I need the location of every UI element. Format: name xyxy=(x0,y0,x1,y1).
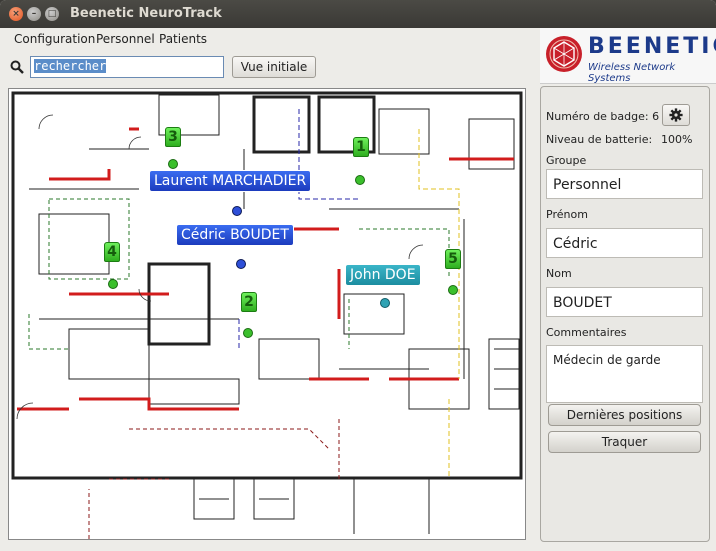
person-marker-laurent[interactable] xyxy=(232,206,242,216)
menu-configuration[interactable]: Configuration xyxy=(14,32,95,46)
floor-plan-drawing xyxy=(11,91,523,539)
zone-badge-5[interactable]: 5 xyxy=(445,249,461,269)
maximize-window-button[interactable]: □ xyxy=(45,7,59,21)
company-logo: BEENETIC Wireless Network Systems xyxy=(540,28,716,84)
zone-badge-1[interactable]: 1 xyxy=(353,137,369,157)
logo-name: BEENETIC xyxy=(588,34,716,59)
group-label: Groupe xyxy=(546,154,587,167)
close-window-button[interactable]: × xyxy=(9,7,23,21)
person-marker-john[interactable] xyxy=(380,298,390,308)
last-positions-button[interactable]: Dernières positions xyxy=(548,404,701,426)
comments-field[interactable]: Médecin de garde xyxy=(546,345,703,403)
battery-value: 100% xyxy=(661,133,693,146)
menu-patients[interactable]: Patients xyxy=(159,32,207,46)
menu-personnel[interactable]: Personnel xyxy=(96,32,155,46)
menu-bar: Configuration Personnel Patients xyxy=(0,28,540,50)
track-button[interactable]: Traquer xyxy=(548,431,701,453)
search-bar: rechercher Vue initiale xyxy=(0,50,540,86)
person-label-cedric[interactable]: Cédric BOUDET xyxy=(176,224,294,246)
zone-badge-2[interactable]: 2 xyxy=(241,292,257,312)
badge-settings-button[interactable] xyxy=(662,104,690,126)
battery-label: Niveau de batterie: xyxy=(546,133,653,146)
logo-emblem-icon xyxy=(546,36,582,72)
search-icon xyxy=(10,60,24,74)
initial-view-button[interactable]: Vue initiale xyxy=(232,56,316,78)
search-input-value: rechercher xyxy=(34,59,107,73)
comments-label: Commentaires xyxy=(546,326,627,339)
lastname-field[interactable]: BOUDET xyxy=(546,287,703,317)
person-marker-cedric[interactable] xyxy=(236,259,246,269)
search-input[interactable]: rechercher xyxy=(30,56,224,78)
zone-badge-3[interactable]: 3 xyxy=(165,127,181,147)
zone-marker-4[interactable] xyxy=(108,279,118,289)
title-bar: × – □ Beenetic NeuroTrack xyxy=(0,0,716,28)
lastname-label: Nom xyxy=(546,267,572,280)
floor-plan-map[interactable]: 3 1 4 2 5 Laurent MARCHADIER Cédric BOUD… xyxy=(8,88,526,540)
details-panel: Numéro de badge: 6 Niveau de batterie: 1 xyxy=(540,86,710,542)
person-label-laurent[interactable]: Laurent MARCHADIER xyxy=(149,170,312,192)
badge-number-label: Numéro de badge: 6 xyxy=(546,110,660,123)
zone-marker-2[interactable] xyxy=(243,328,253,338)
app-window: × – □ Beenetic NeuroTrack Configuration … xyxy=(0,0,716,551)
window-title: Beenetic NeuroTrack xyxy=(70,6,222,21)
zone-marker-5[interactable] xyxy=(448,285,458,295)
logo-subtitle: Wireless Network Systems xyxy=(588,62,676,84)
person-label-john[interactable]: John DOE xyxy=(345,264,421,286)
minimize-window-button[interactable]: – xyxy=(27,7,41,21)
gear-icon xyxy=(669,108,683,122)
zone-badge-4[interactable]: 4 xyxy=(104,242,120,262)
zone-marker-1[interactable] xyxy=(355,175,365,185)
zone-marker-3[interactable] xyxy=(168,159,178,169)
firstname-label: Prénom xyxy=(546,208,588,221)
group-field[interactable]: Personnel xyxy=(546,169,703,199)
firstname-field[interactable]: Cédric xyxy=(546,228,703,258)
